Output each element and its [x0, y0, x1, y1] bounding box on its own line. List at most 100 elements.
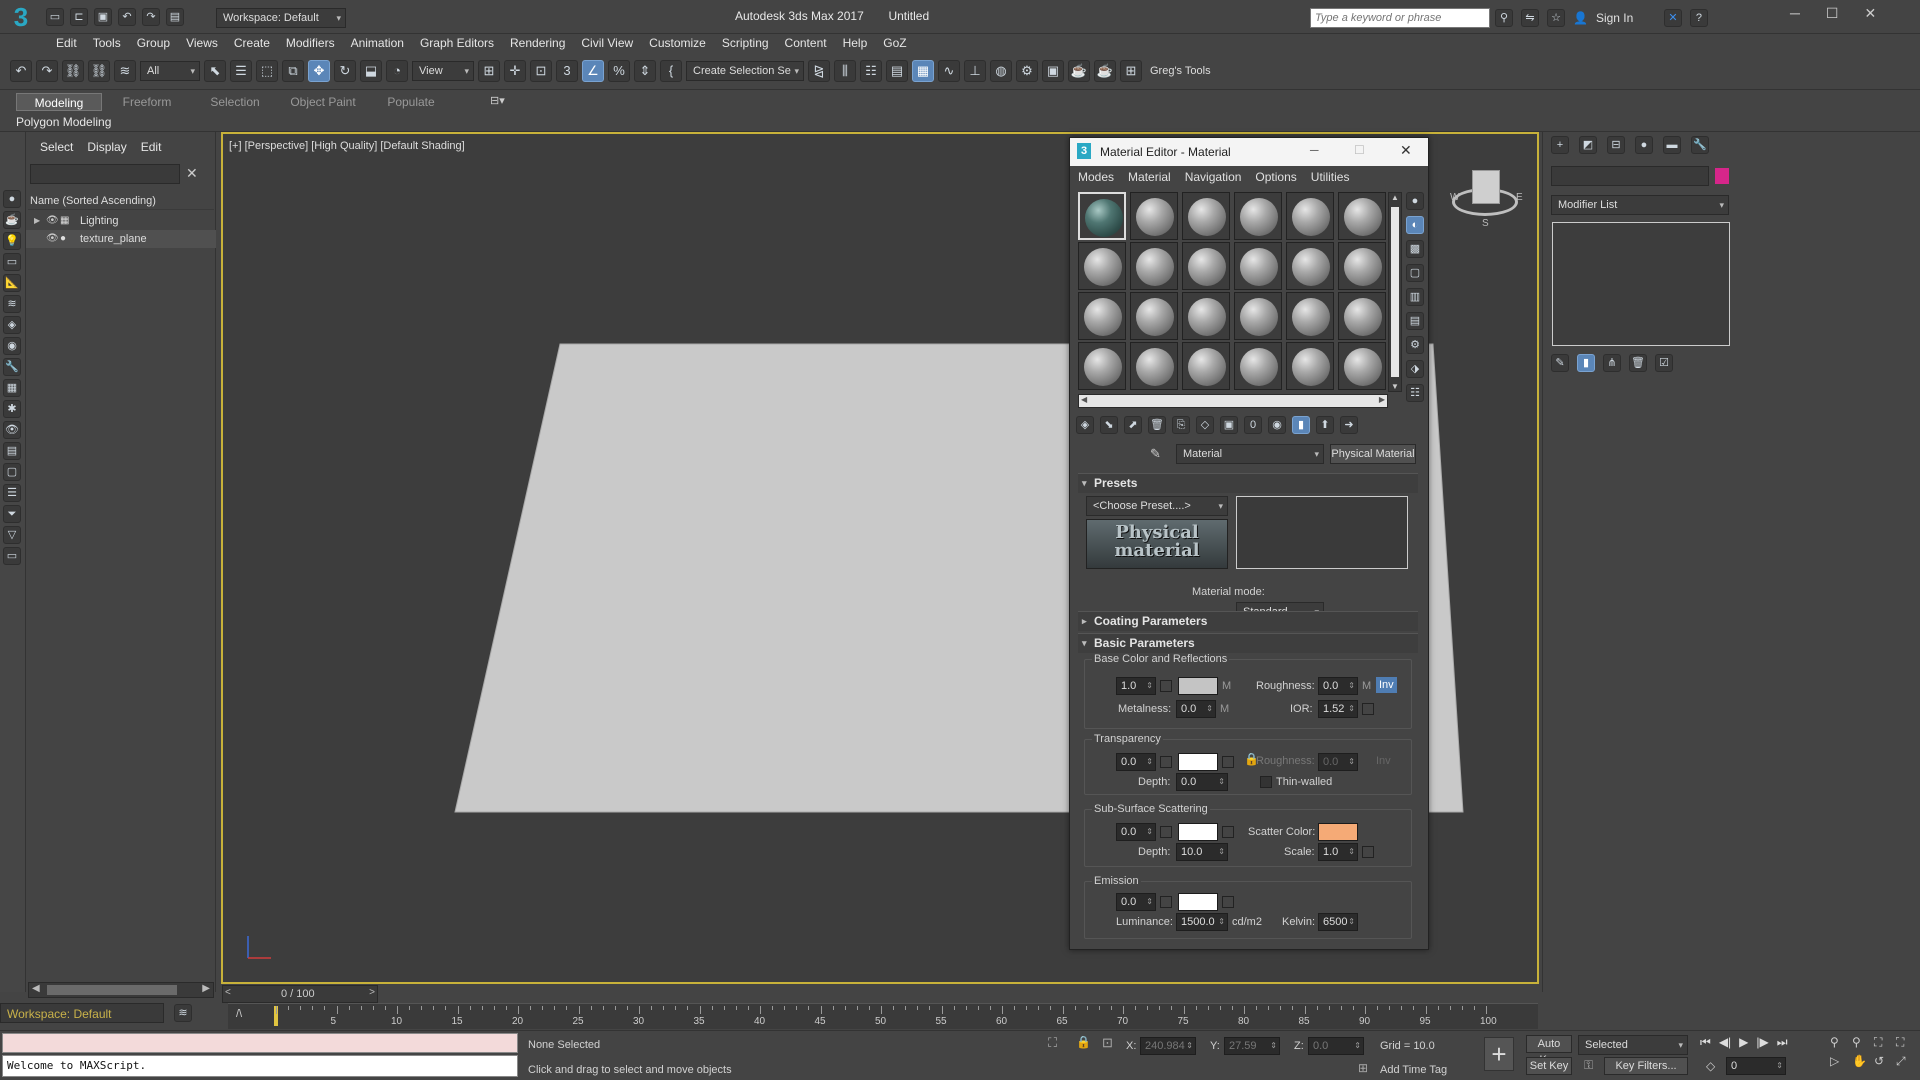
manipulate-icon[interactable]: ✛: [504, 60, 526, 82]
make-copy-icon[interactable]: ⎘: [1172, 416, 1190, 434]
me-menu-material[interactable]: Material: [1128, 170, 1171, 184]
get-material-icon[interactable]: ◈: [1076, 416, 1094, 434]
zoom-all-icon[interactable]: ⚲: [1852, 1035, 1872, 1050]
slots-vscroll[interactable]: ▲ ▼: [1388, 192, 1402, 392]
selection-filter-dropdown[interactable]: All: [140, 61, 200, 81]
maxscript-output[interactable]: Welcome to MAXScript.: [2, 1055, 518, 1077]
maxscript-input[interactable]: [2, 1033, 518, 1053]
sample-slot[interactable]: [1338, 292, 1386, 340]
rect-selection-icon[interactable]: ⬚: [256, 60, 278, 82]
menu-content[interactable]: Content: [777, 34, 835, 52]
render-setup-icon[interactable]: ⚙: [1016, 60, 1038, 82]
thin-walled-checkbox[interactable]: [1260, 776, 1272, 788]
sign-in-link[interactable]: Sign In: [1596, 11, 1656, 25]
motion-tab-icon[interactable]: ●: [1635, 136, 1653, 154]
track-bar[interactable]: /\ 5 10 15 20 25 30 35 40 45 50 55 60 65 70 75 80 85 90 95…: [228, 1003, 1538, 1029]
sample-slot[interactable]: [1234, 292, 1282, 340]
transparency-depth-spinner[interactable]: 0.0: [1176, 773, 1228, 791]
schematic-view-icon[interactable]: ⊥: [964, 60, 986, 82]
time-tag-icon[interactable]: ⊞: [1358, 1061, 1368, 1075]
sample-slot[interactable]: [1182, 242, 1230, 290]
display-tab-icon[interactable]: ▬: [1663, 136, 1681, 154]
zoom-icon[interactable]: ⚲: [1830, 1035, 1850, 1050]
make-unique-icon[interactable]: ◇: [1196, 416, 1214, 434]
app-logo[interactable]: 3: [6, 2, 36, 32]
new-file-icon[interactable]: ▭: [46, 8, 64, 26]
redo-icon[interactable]: ↷: [142, 8, 160, 26]
helper-icon[interactable]: ◈: [3, 316, 21, 334]
metalness-spinner[interactable]: 0.0: [1176, 700, 1216, 718]
scene-filter-field[interactable]: [30, 164, 180, 184]
list-icon[interactable]: ☰: [3, 484, 21, 502]
keyboard-shortcut-icon[interactable]: ⊡: [530, 60, 552, 82]
menu-group[interactable]: Group: [129, 34, 178, 52]
sample-slot[interactable]: [1130, 192, 1178, 240]
menu-scripting[interactable]: Scripting: [714, 34, 777, 52]
render-production-icon[interactable]: ☕: [1068, 60, 1090, 82]
visibility-eye-icon[interactable]: 👁: [46, 230, 59, 248]
close-window-icon[interactable]: ✕: [1864, 5, 1876, 22]
luminance-spinner[interactable]: 1500.0: [1176, 913, 1228, 931]
sss-depth-spinner[interactable]: 10.0: [1176, 843, 1228, 861]
scene-column-header[interactable]: Name (Sorted Ascending): [28, 192, 214, 210]
sample-slot[interactable]: [1182, 342, 1230, 390]
material-editor-icon[interactable]: ◍: [990, 60, 1012, 82]
ref-coord-dropdown[interactable]: View: [412, 61, 474, 81]
curve-editor-icon[interactable]: ∿: [938, 60, 960, 82]
sss-weight-map-button[interactable]: [1160, 826, 1172, 838]
modify-tab-icon[interactable]: ◩: [1579, 136, 1597, 154]
orbit-icon[interactable]: ↺: [1874, 1054, 1894, 1069]
roughness-inv-toggle[interactable]: Inv: [1376, 677, 1397, 693]
ribbon-tab-modeling[interactable]: Modeling: [16, 93, 102, 111]
go-forward-sibling-icon[interactable]: ➜: [1340, 416, 1358, 434]
link-icon[interactable]: ⛓: [62, 60, 84, 82]
y-coord-field[interactable]: 27.59: [1224, 1037, 1280, 1055]
object-color-swatch[interactable]: [1715, 168, 1729, 184]
menu-modifiers[interactable]: Modifiers: [278, 34, 343, 52]
slots-hscroll[interactable]: ◀ ▶: [1078, 394, 1388, 408]
sample-slot[interactable]: [1182, 192, 1230, 240]
undo-icon[interactable]: ↶: [118, 8, 136, 26]
ribbon-toggle-icon[interactable]: ▤: [886, 60, 908, 82]
ribbon-options-icon[interactable]: ⊟▾: [490, 94, 505, 107]
sample-slot[interactable]: [1130, 342, 1178, 390]
background-icon[interactable]: ▩: [1406, 240, 1424, 258]
sample-slot[interactable]: [1338, 242, 1386, 290]
ribbon-tab-populate[interactable]: Populate: [368, 93, 454, 111]
pivot-center-icon[interactable]: ⊞: [478, 60, 500, 82]
folder-icon[interactable]: ▭: [3, 547, 21, 565]
undo-icon[interactable]: ↶: [10, 60, 32, 82]
scene-list-item[interactable]: ▶ 👁 ▦ Lighting: [26, 212, 216, 230]
emission-weight-spinner[interactable]: 0.0: [1116, 893, 1156, 911]
modifier-stack[interactable]: [1552, 222, 1730, 346]
sample-slot[interactable]: [1338, 342, 1386, 390]
key-mode-icon[interactable]: ⚿: [1584, 1058, 1593, 1073]
sample-slot[interactable]: [1286, 242, 1334, 290]
project-icon[interactable]: ▤: [166, 8, 184, 26]
sample-slot[interactable]: [1078, 342, 1126, 390]
teapot-icon[interactable]: ☕: [3, 211, 21, 229]
absolute-mode-icon[interactable]: ⊡: [1102, 1035, 1113, 1051]
material-name-field[interactable]: Material: [1176, 444, 1324, 464]
emission-color-map-button[interactable]: [1222, 896, 1234, 908]
zoom-extents-all-icon[interactable]: ⛶: [1896, 1035, 1916, 1050]
base-color-map-button[interactable]: M: [1222, 680, 1231, 692]
scale-icon[interactable]: ⬓: [360, 60, 382, 82]
minimize-icon[interactable]: ─: [1790, 5, 1800, 22]
snap-toggle-icon[interactable]: 3: [556, 60, 578, 82]
camera-icon[interactable]: ◉: [3, 337, 21, 355]
x-coord-field[interactable]: 240.984: [1140, 1037, 1196, 1055]
menu-views[interactable]: Views: [178, 34, 226, 52]
sss-scale-map-button[interactable]: [1362, 846, 1374, 858]
create-tab-icon[interactable]: +: [1551, 136, 1569, 154]
window-crossing-icon[interactable]: ⧉: [282, 60, 304, 82]
menu-goz[interactable]: GoZ: [875, 34, 914, 52]
scene-tab-display[interactable]: Display: [87, 140, 126, 154]
layers-icon[interactable]: ≋: [174, 1004, 192, 1022]
previous-frame-icon[interactable]: ◀|: [1719, 1035, 1731, 1050]
search-box[interactable]: [1310, 8, 1490, 28]
time-slider[interactable]: < 0 / 100 >: [222, 985, 378, 1003]
menu-help[interactable]: Help: [835, 34, 876, 52]
clear-filter-icon[interactable]: ✕: [186, 165, 198, 182]
search-input[interactable]: [1311, 9, 1489, 27]
